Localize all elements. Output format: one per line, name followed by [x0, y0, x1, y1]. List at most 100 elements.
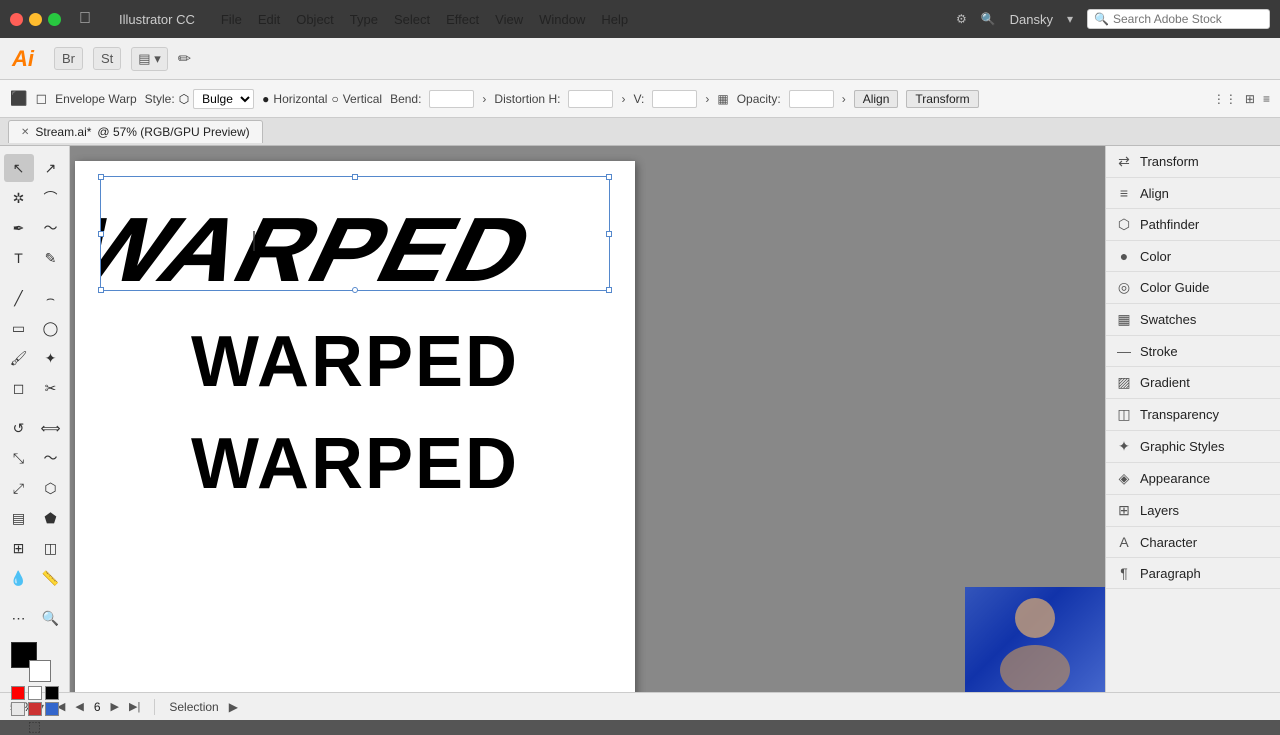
distv-arrow[interactable]: › — [705, 92, 709, 106]
dropdown-icon[interactable]: ▾ — [1067, 12, 1073, 26]
nav-prev[interactable]: ◀ — [75, 700, 83, 713]
zoom-tool[interactable]: 🔍 — [36, 604, 66, 632]
white-swatch[interactable] — [28, 686, 42, 700]
bend-input[interactable]: -2% — [429, 90, 474, 108]
arc-tool[interactable]: ⌢ — [36, 284, 66, 312]
panel-transparency[interactable]: ◫ Transparency — [1106, 399, 1280, 431]
transform-btn[interactable]: Transform — [906, 90, 978, 108]
rect-tool[interactable]: ▭ — [4, 314, 34, 342]
distortion-h-input[interactable]: -54% — [568, 90, 613, 108]
handle-tm[interactable] — [352, 174, 358, 180]
panel-color[interactable]: ● Color — [1106, 241, 1280, 272]
envelope-warp-box[interactable]: WARPED WARPED — [100, 176, 610, 291]
panel-swatches[interactable]: ▦ Swatches — [1106, 304, 1280, 336]
gradient-tool[interactable]: ◫ — [36, 534, 66, 562]
mesh-tool[interactable]: ⊞ — [4, 534, 34, 562]
handle-bm[interactable] — [352, 287, 358, 293]
more-icon[interactable]: ⋮⋮ — [1213, 92, 1237, 106]
panel-stroke[interactable]: — Stroke — [1106, 336, 1280, 367]
scale-tool[interactable]: ⤡ — [4, 444, 34, 472]
minimize-button[interactable] — [29, 13, 42, 26]
panel-paragraph[interactable]: ¶ Paragraph — [1106, 558, 1280, 589]
menu-effect[interactable]: Effect — [438, 10, 487, 29]
handle-ml[interactable] — [98, 231, 104, 237]
menu-edit[interactable]: Edit — [250, 10, 288, 29]
artboard-tool[interactable]: ⬚ — [20, 718, 50, 735]
warp-tool[interactable]: 〜 — [36, 444, 66, 472]
magic-wand-tool[interactable]: ✲ — [4, 184, 34, 212]
distortion-v-input[interactable]: 25% — [652, 90, 697, 108]
pen-tool[interactable]: ✒ — [4, 214, 34, 242]
direct-selection-tool[interactable]: ↗ — [36, 154, 66, 182]
maximize-button[interactable] — [48, 13, 61, 26]
rotate-tool[interactable]: ↺ — [4, 414, 34, 442]
handle-tr[interactable] — [606, 174, 612, 180]
darkred-swatch[interactable] — [28, 702, 42, 716]
status-arrow[interactable]: ▶ — [229, 700, 238, 714]
blend-tool[interactable]: ⋯ — [4, 604, 34, 632]
menu-select[interactable]: Select — [386, 10, 438, 29]
panel-appearance[interactable]: ◈ Appearance — [1106, 463, 1280, 495]
eyedropper-tool[interactable]: 💧 — [4, 564, 34, 592]
bridge-icon[interactable]: Br — [54, 47, 83, 70]
menu-type[interactable]: Type — [342, 10, 386, 29]
search-icon[interactable]: 🔍 — [981, 12, 996, 26]
search-box[interactable]: 🔍 — [1087, 9, 1270, 29]
menu-icon-right[interactable]: ≡ — [1263, 92, 1270, 106]
nav-next[interactable]: ▶ — [111, 700, 119, 713]
handle-mr[interactable] — [606, 231, 612, 237]
blob-brush-tool[interactable]: ✦ — [36, 344, 66, 372]
opacity-arrow[interactable]: › — [842, 92, 846, 106]
menu-view[interactable]: View — [487, 10, 531, 29]
menu-object[interactable]: Object — [288, 10, 342, 29]
dist-arrow[interactable]: › — [621, 92, 625, 106]
width-tool[interactable]: ⤢ — [4, 474, 34, 502]
settings-icon[interactable]: ⚙ — [956, 12, 967, 26]
panel-layers[interactable]: ⊞ Layers — [1106, 495, 1280, 527]
pen-icon[interactable]: ✏ — [178, 49, 191, 69]
line-tool[interactable]: ╱ — [4, 284, 34, 312]
panel-transform[interactable]: ⇄ Transform — [1106, 146, 1280, 178]
close-button[interactable] — [10, 13, 23, 26]
shape-builder-tool[interactable]: ▤ — [4, 504, 34, 532]
canvas-area[interactable]: WARPED WARPED WARPED WARPED — [70, 146, 1105, 692]
style-select[interactable]: Bulge — [193, 89, 254, 109]
eraser-tool[interactable]: ◻ — [4, 374, 34, 402]
tab-close-btn[interactable]: ✕ — [21, 127, 29, 138]
touch-type-tool[interactable]: ✎ — [36, 244, 66, 272]
vertical-radio[interactable]: ○ — [331, 92, 338, 106]
opacity-input[interactable]: 100% — [789, 90, 834, 108]
search-input[interactable] — [1113, 12, 1263, 26]
nav-last[interactable]: ▶| — [129, 700, 140, 713]
black-swatch[interactable] — [45, 686, 59, 700]
menu-file[interactable]: File — [213, 10, 250, 29]
red-swatch[interactable] — [11, 686, 25, 700]
panel-color-guide[interactable]: ◎ Color Guide — [1106, 272, 1280, 304]
type-tool[interactable]: T — [4, 244, 34, 272]
gray-swatch[interactable] — [11, 702, 25, 716]
blue-swatch[interactable] — [45, 702, 59, 716]
perspective-tool[interactable]: ⬟ — [36, 504, 66, 532]
panel-pathfinder[interactable]: ⬡ Pathfinder — [1106, 209, 1280, 241]
stock-icon[interactable]: St — [93, 47, 121, 70]
lasso-tool[interactable]: ⌒ — [36, 184, 66, 212]
measure-tool[interactable]: 📏 — [36, 564, 66, 592]
panel-icon[interactable]: ⊞ — [1245, 92, 1255, 106]
horizontal-radio[interactable]: ● — [262, 92, 269, 106]
align-btn[interactable]: Align — [854, 90, 899, 108]
handle-br[interactable] — [606, 287, 612, 293]
selection-tool[interactable]: ↖ — [4, 154, 34, 182]
document-tab[interactable]: ✕ Stream.ai* @ 57% (RGB/GPU Preview) — [8, 120, 263, 143]
bend-arrow[interactable]: › — [482, 92, 486, 106]
panel-character[interactable]: A Character — [1106, 527, 1280, 558]
curvature-tool[interactable]: 〜 — [36, 214, 66, 242]
workspace-icon[interactable]: ▤ ▾ — [131, 47, 167, 71]
scissors-tool[interactable]: ✂ — [36, 374, 66, 402]
handle-tl[interactable] — [98, 174, 104, 180]
handle-bl[interactable] — [98, 287, 104, 293]
reflect-tool[interactable]: ⟺ — [36, 414, 66, 442]
ellipse-tool[interactable]: ◯ — [36, 314, 66, 342]
free-transform-tool[interactable]: ⬡ — [36, 474, 66, 502]
panel-gradient[interactable]: ▨ Gradient — [1106, 367, 1280, 399]
paintbrush-tool[interactable]: 🖌 — [4, 344, 34, 372]
